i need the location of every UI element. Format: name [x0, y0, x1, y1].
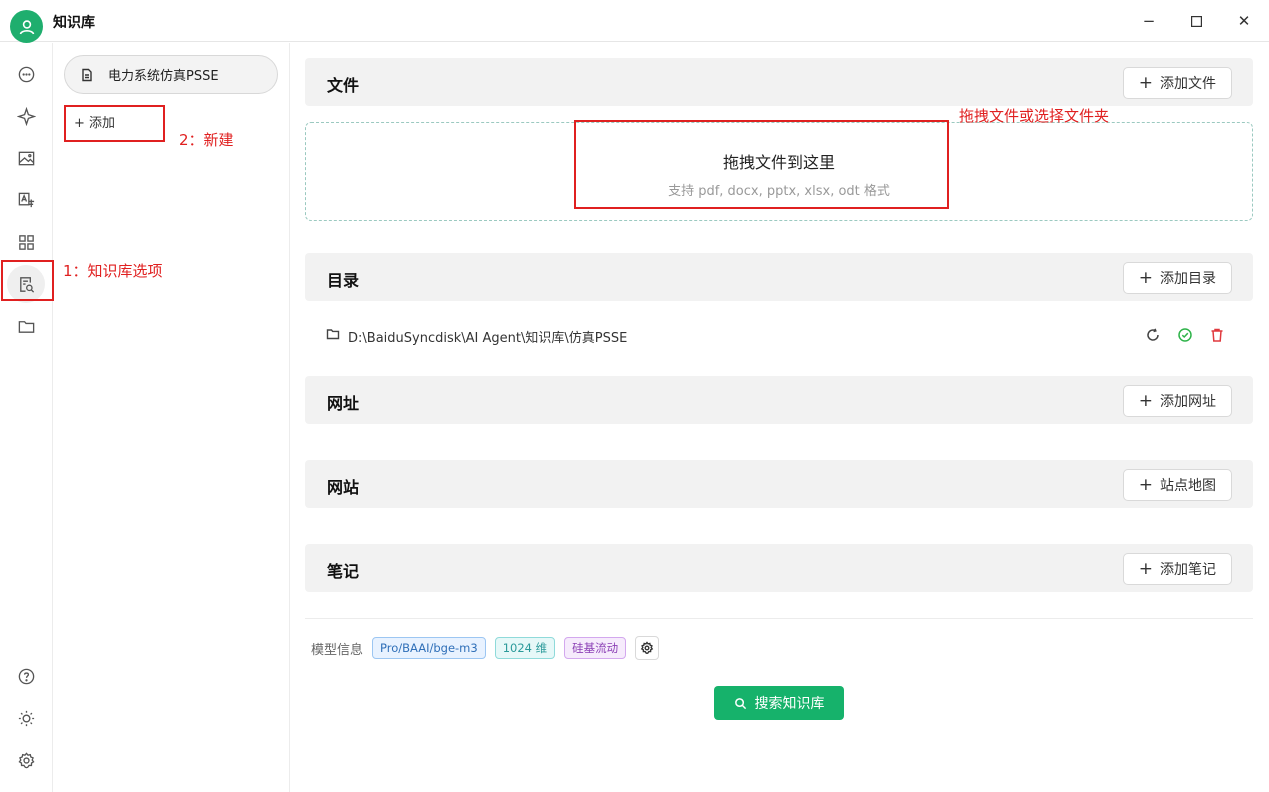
rail-agents[interactable]: [7, 97, 45, 135]
sitemap-label: 站点地图: [1160, 478, 1216, 494]
divider: [305, 618, 1253, 619]
dimension-tag: 1024 维: [494, 637, 556, 659]
directory-title: 目录: [327, 271, 360, 290]
provider-tag: 硅基流动: [564, 637, 627, 659]
maximize-icon: [1190, 15, 1202, 27]
minimize-button[interactable]: −: [1135, 8, 1163, 34]
plus-icon: +: [1138, 267, 1153, 288]
maximize-button[interactable]: [1182, 8, 1210, 34]
folder-icon: [326, 327, 340, 345]
folder-icon: [18, 320, 34, 333]
avatar[interactable]: [10, 10, 43, 43]
search-icon: [734, 697, 746, 709]
window-title: 知识库: [53, 15, 95, 31]
url-title: 网址: [327, 394, 360, 413]
plus-icon: +: [1138, 474, 1153, 495]
annotation-box-knowledge: [1, 260, 54, 301]
annotation-kb-option: 1：知识库选项: [63, 262, 163, 280]
model-info: 模型信息 Pro/BAAI/bge-m3 1024 维 硅基流动: [311, 636, 660, 660]
app-window: 知识库 − ✕ 电力系统仿真PSSE + 添加 2：新建 1：知识库选项 文件 …: [0, 0, 1269, 792]
annotation-drag: 拖拽文件或选择文件夹: [959, 107, 1110, 125]
settings-icon: [18, 751, 34, 768]
model-info-label: 模型信息: [311, 642, 364, 658]
annotation-box-dropzone: [574, 120, 949, 209]
annotation-box-add: [64, 105, 165, 142]
add-directory-button[interactable]: + 添加目录: [1122, 262, 1232, 294]
kb-item-label: 电力系统仿真PSSE: [108, 69, 219, 84]
plus-icon: +: [1138, 558, 1153, 579]
rail-theme[interactable]: [7, 699, 45, 737]
files-title: 文件: [327, 76, 360, 95]
check-circle-icon[interactable]: [1177, 327, 1193, 343]
plus-icon: +: [1138, 390, 1153, 411]
files-section-header: 文件 + 添加文件: [305, 58, 1253, 106]
search-knowledge-label: 搜索知识库: [754, 696, 825, 712]
add-url-label: 添加网址: [1160, 394, 1216, 410]
sitemap-button[interactable]: + 站点地图: [1122, 469, 1232, 501]
rail-apps[interactable]: [7, 223, 45, 261]
add-file-label: 添加文件: [1160, 76, 1216, 92]
knowledge-base-list: 电力系统仿真PSSE + 添加: [53, 43, 290, 792]
directory-actions: [1145, 327, 1225, 343]
add-file-button[interactable]: + 添加文件: [1122, 67, 1232, 99]
website-section-header: 网站 + 站点地图: [305, 460, 1253, 508]
rail-chat[interactable]: [7, 55, 45, 93]
theme-icon: [18, 710, 34, 726]
model-tag: Pro/BAAI/bge-m3: [372, 637, 486, 659]
notes-title: 笔记: [327, 562, 360, 581]
url-section-header: 网址 + 添加网址: [305, 376, 1253, 424]
directory-path: D:\BaiduSyncdisk\AI Agent\知识库\仿真PSSE: [348, 330, 628, 346]
help-icon: [18, 668, 34, 684]
user-icon: [19, 19, 34, 34]
chat-icon: [18, 66, 34, 82]
sparkle-icon: [16, 106, 36, 126]
rail-translate[interactable]: [7, 181, 45, 219]
add-url-button[interactable]: + 添加网址: [1122, 385, 1232, 417]
website-title: 网站: [327, 478, 360, 497]
rail-help[interactable]: [7, 657, 45, 695]
icon-rail: [0, 43, 53, 792]
rail-image[interactable]: [7, 139, 45, 177]
translate-icon: [18, 192, 34, 207]
annotation-new: 2：新建: [179, 131, 234, 149]
image-icon: [18, 151, 34, 165]
plus-icon: +: [1138, 72, 1153, 93]
directory-section-header: 目录 + 添加目录: [305, 253, 1253, 301]
delete-icon[interactable]: [1209, 327, 1225, 343]
gear-icon: [640, 641, 654, 655]
add-note-button[interactable]: + 添加笔记: [1122, 553, 1232, 585]
title-bar: 知识库 − ✕: [0, 0, 1269, 43]
document-icon: [82, 68, 92, 81]
add-directory-label: 添加目录: [1160, 271, 1216, 287]
notes-section-header: 笔记 + 添加笔记: [305, 544, 1253, 592]
close-button[interactable]: ✕: [1230, 8, 1258, 34]
refresh-icon[interactable]: [1145, 327, 1161, 343]
add-note-label: 添加笔记: [1160, 562, 1216, 578]
search-knowledge-button[interactable]: 搜索知识库: [714, 686, 844, 720]
apps-icon: [18, 234, 34, 250]
kb-list-item[interactable]: 电力系统仿真PSSE: [64, 55, 278, 94]
rail-files[interactable]: [7, 307, 45, 345]
rail-settings[interactable]: [7, 741, 45, 779]
directory-item: D:\BaiduSyncdisk\AI Agent\知识库\仿真PSSE: [326, 325, 1231, 347]
model-settings-button[interactable]: [635, 636, 660, 660]
